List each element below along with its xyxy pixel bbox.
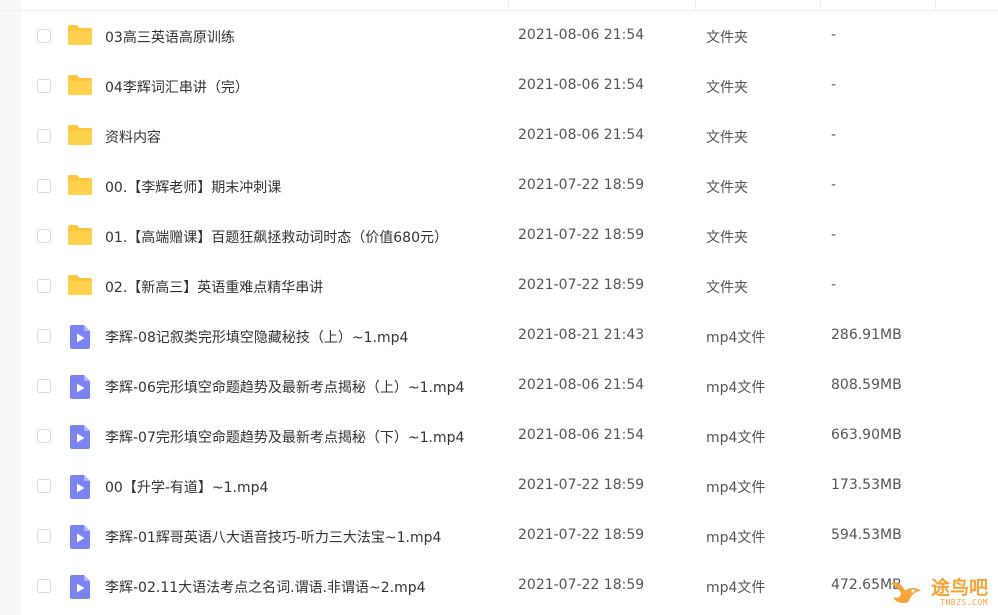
folder-icon[interactable] bbox=[67, 124, 93, 148]
row-checkbox[interactable] bbox=[37, 29, 51, 43]
file-list: 03高三英语高原训练 2021-08-06 21:54 文件夹 -04李辉词汇串讲（完… bbox=[21, 12, 998, 612]
folder-icon[interactable] bbox=[67, 274, 93, 298]
file-row[interactable]: 李辉-01辉哥英语八大语音技巧-听力三大法宝~1.mp4 2021-07-22 1… bbox=[21, 512, 998, 562]
column-separator[interactable] bbox=[508, 0, 509, 10]
modified-date: 2021-08-06 21:54 bbox=[518, 27, 645, 43]
file-row[interactable]: 00.【李辉老师】期末冲刺课 2021-07-22 18:59 文件夹 - bbox=[21, 162, 998, 212]
row-checkbox[interactable] bbox=[37, 279, 51, 293]
file-row[interactable]: 03高三英语高原训练 2021-08-06 21:54 文件夹 - bbox=[21, 12, 998, 62]
file-name[interactable]: 04李辉词汇串讲（完） bbox=[105, 77, 249, 97]
video-file-icon[interactable] bbox=[69, 424, 95, 449]
modified-date: 2021-08-21 21:43 bbox=[518, 327, 645, 343]
row-checkbox[interactable] bbox=[37, 579, 51, 593]
modified-date: 2021-07-22 18:59 bbox=[518, 477, 645, 493]
file-size: - bbox=[831, 277, 837, 293]
watermark-url: TNBZS.COM bbox=[940, 597, 988, 607]
file-name[interactable]: 01.【高端赠课】百题狂飙拯救动词时态（价值680元） bbox=[105, 227, 448, 247]
row-checkbox[interactable] bbox=[37, 529, 51, 543]
file-name[interactable]: 资料内容 bbox=[105, 127, 161, 147]
row-checkbox[interactable] bbox=[37, 179, 51, 193]
file-type: 文件夹 bbox=[706, 280, 748, 296]
file-size: 808.59MB bbox=[831, 377, 902, 393]
video-file-icon[interactable] bbox=[69, 574, 95, 599]
modified-date: 2021-08-06 21:54 bbox=[518, 77, 645, 93]
file-row[interactable]: 02.【新高三】英语重难点精华串讲 2021-07-22 18:59 文件夹 - bbox=[21, 262, 998, 312]
video-file-icon[interactable] bbox=[69, 474, 95, 499]
file-type: 文件夹 bbox=[706, 130, 748, 146]
video-file-icon[interactable] bbox=[69, 524, 95, 549]
row-checkbox[interactable] bbox=[37, 479, 51, 493]
file-size: 173.53MB bbox=[831, 477, 902, 493]
file-size: - bbox=[831, 177, 837, 193]
row-checkbox[interactable] bbox=[37, 79, 51, 93]
row-checkbox[interactable] bbox=[37, 329, 51, 343]
file-size: - bbox=[831, 227, 837, 243]
watermark-text: 途鸟吧 bbox=[930, 576, 988, 599]
modified-date: 2021-08-06 21:54 bbox=[518, 127, 645, 143]
file-type: 文件夹 bbox=[706, 230, 748, 246]
file-type: mp4文件 bbox=[706, 530, 766, 546]
file-row[interactable]: 李辉-02.11大语法考点之名词.谓语.非谓语~2.mp4 2021-07-22 … bbox=[21, 562, 998, 612]
modified-date: 2021-08-06 21:54 bbox=[518, 377, 645, 393]
file-row[interactable]: 04李辉词汇串讲（完） 2021-08-06 21:54 文件夹 - bbox=[21, 62, 998, 112]
file-row[interactable]: 李辉-07完形填空命题趋势及最新考点揭秘（下）~1.mp4 2021-08-06 … bbox=[21, 412, 998, 462]
file-type: mp4文件 bbox=[706, 330, 766, 346]
file-name[interactable]: 李辉-07完形填空命题趋势及最新考点揭秘（下）~1.mp4 bbox=[105, 427, 464, 447]
file-name[interactable]: 李辉-06完形填空命题趋势及最新考点揭秘（上）~1.mp4 bbox=[105, 377, 464, 397]
video-file-icon[interactable] bbox=[69, 324, 95, 349]
file-name[interactable]: 03高三英语高原训练 bbox=[105, 27, 235, 47]
file-size: 663.90MB bbox=[831, 427, 902, 443]
file-size: - bbox=[831, 127, 837, 143]
folder-icon[interactable] bbox=[67, 74, 93, 98]
bird-logo-icon bbox=[890, 582, 921, 604]
file-size: 594.53MB bbox=[831, 527, 902, 543]
column-separator[interactable] bbox=[695, 0, 696, 10]
column-separator[interactable] bbox=[820, 0, 821, 10]
folder-icon[interactable] bbox=[67, 174, 93, 198]
file-size: - bbox=[831, 27, 837, 43]
left-rail bbox=[0, 0, 21, 615]
file-type: 文件夹 bbox=[706, 80, 748, 96]
row-checkbox[interactable] bbox=[37, 379, 51, 393]
file-row[interactable]: 01.【高端赠课】百题狂飙拯救动词时态（价值680元） 2021-07-22 18… bbox=[21, 212, 998, 262]
row-checkbox[interactable] bbox=[37, 229, 51, 243]
file-row[interactable]: 00【升学-有道】~1.mp4 2021-07-22 18:59 mp4文件 173.… bbox=[21, 462, 998, 512]
file-type: mp4文件 bbox=[706, 380, 766, 396]
site-watermark: 途鸟吧 TNBZS.COM bbox=[887, 577, 988, 607]
file-type: mp4文件 bbox=[706, 480, 766, 496]
file-row[interactable]: 李辉-08记叙类完形填空隐藏秘技（上）~1.mp4 2021-08-21 21:4… bbox=[21, 312, 998, 362]
video-file-icon[interactable] bbox=[69, 374, 95, 399]
modified-date: 2021-07-22 18:59 bbox=[518, 177, 645, 193]
file-name[interactable]: 李辉-01辉哥英语八大语音技巧-听力三大法宝~1.mp4 bbox=[105, 527, 441, 547]
file-size: 286.91MB bbox=[831, 327, 902, 343]
modified-date: 2021-08-06 21:54 bbox=[518, 427, 645, 443]
column-separator[interactable] bbox=[935, 0, 936, 10]
file-size: - bbox=[831, 77, 837, 93]
modified-date: 2021-07-22 18:59 bbox=[518, 227, 645, 243]
file-type: mp4文件 bbox=[706, 580, 766, 596]
file-row[interactable]: 资料内容 2021-08-06 21:54 文件夹 - bbox=[21, 112, 998, 162]
file-type: 文件夹 bbox=[706, 180, 748, 196]
modified-date: 2021-07-22 18:59 bbox=[518, 527, 645, 543]
file-name[interactable]: 00.【李辉老师】期末冲刺课 bbox=[105, 177, 281, 197]
table-header-edge bbox=[0, 0, 998, 11]
file-name[interactable]: 00【升学-有道】~1.mp4 bbox=[105, 477, 268, 497]
file-type: 文件夹 bbox=[706, 30, 748, 46]
file-name[interactable]: 02.【新高三】英语重难点精华串讲 bbox=[105, 277, 323, 297]
modified-date: 2021-07-22 18:59 bbox=[518, 577, 645, 593]
file-type: mp4文件 bbox=[706, 430, 766, 446]
row-checkbox[interactable] bbox=[37, 129, 51, 143]
modified-date: 2021-07-22 18:59 bbox=[518, 277, 645, 293]
file-name[interactable]: 李辉-02.11大语法考点之名词.谓语.非谓语~2.mp4 bbox=[105, 577, 426, 597]
file-row[interactable]: 李辉-06完形填空命题趋势及最新考点揭秘（上）~1.mp4 2021-08-06 … bbox=[21, 362, 998, 412]
file-name[interactable]: 李辉-08记叙类完形填空隐藏秘技（上）~1.mp4 bbox=[105, 327, 408, 347]
folder-icon[interactable] bbox=[67, 24, 93, 48]
folder-icon[interactable] bbox=[67, 224, 93, 248]
row-checkbox[interactable] bbox=[37, 429, 51, 443]
